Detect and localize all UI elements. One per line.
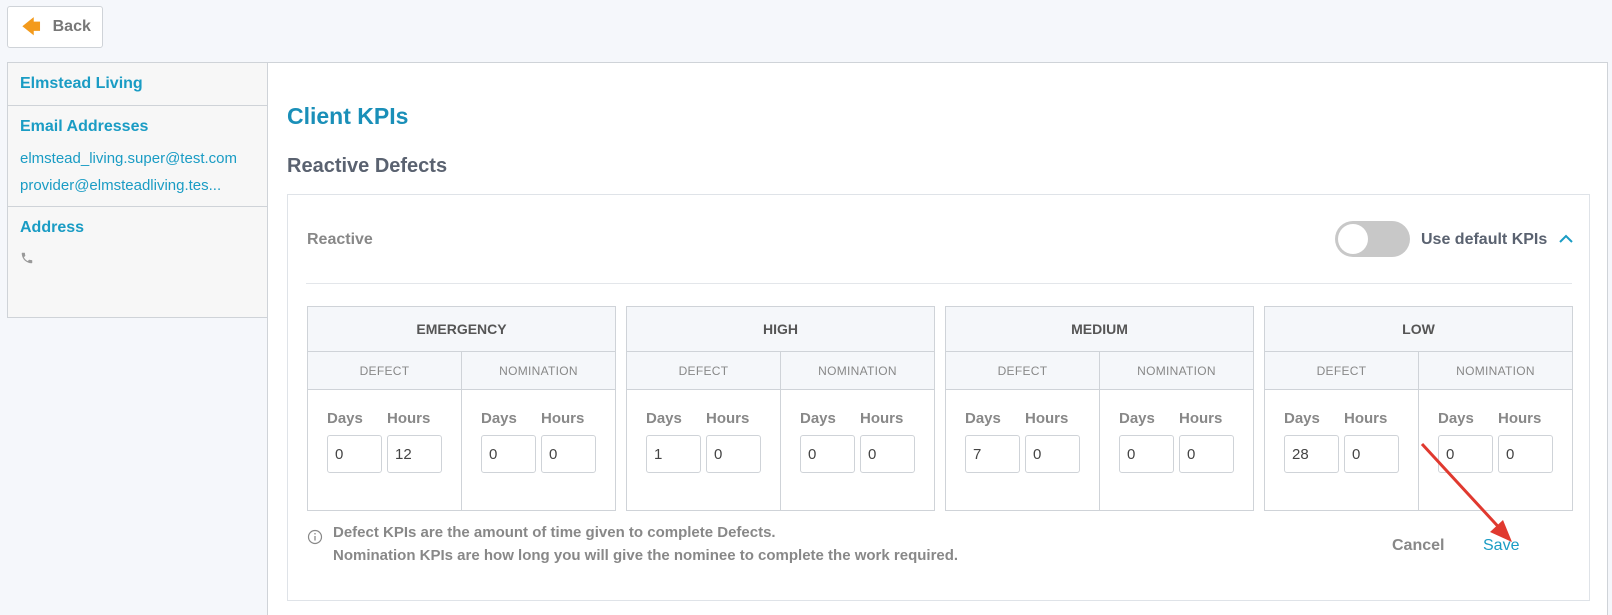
- nomination-hours-input[interactable]: [541, 435, 596, 473]
- email-section: Email Addresses elmstead_living.super@te…: [8, 106, 267, 207]
- hours-label: Hours: [1344, 410, 1388, 427]
- client-name-section: Elmstead Living: [8, 63, 267, 106]
- default-kpis-toggle[interactable]: [1335, 221, 1410, 257]
- client-name: Elmstead Living: [20, 75, 143, 92]
- defect-days-input[interactable]: [1284, 435, 1339, 473]
- hours-label: Hours: [706, 410, 750, 427]
- defect-cell: Days Hours: [1265, 390, 1419, 510]
- hours-label: Hours: [1498, 410, 1542, 427]
- kpi-group-emergency: EMERGENCY DEFECT NOMINATION DaysHours Da: [307, 306, 616, 511]
- group-subheader: DEFECT NOMINATION: [1265, 352, 1572, 390]
- nomination-header: NOMINATION: [1456, 363, 1535, 378]
- info-line: Nomination KPIs are how long you will gi…: [333, 547, 959, 564]
- arrow-left-icon: 🡄: [22, 17, 41, 37]
- nomination-cell: Days Hours: [1419, 390, 1572, 510]
- hours-label: Hours: [1025, 410, 1069, 427]
- defect-cell: Days Hours: [627, 390, 781, 510]
- group-body: Days Hours Days Hours: [946, 390, 1253, 510]
- nomination-header: NOMINATION: [499, 363, 578, 378]
- cancel-button[interactable]: Cancel: [1392, 537, 1444, 555]
- toggle-knob: [1338, 224, 1368, 254]
- days-label: Days: [1119, 410, 1155, 427]
- nomination-days-input[interactable]: [1119, 435, 1174, 473]
- nomination-days-input[interactable]: [481, 435, 536, 473]
- group-subheader: DEFECT NOMINATION: [627, 352, 934, 390]
- days-label: Days: [1284, 410, 1320, 427]
- nomination-days-input[interactable]: [1438, 435, 1493, 473]
- defect-cell: Days Hours: [946, 390, 1100, 510]
- email-link[interactable]: provider@elmsteadliving.tes...: [20, 177, 255, 194]
- group-title: EMERGENCY: [308, 307, 615, 352]
- kpi-info: Defect KPIs are the amount of time given…: [307, 521, 958, 567]
- group-body: Days Hours Days Hours: [627, 390, 934, 510]
- toggle-label: Use default KPIs: [1421, 231, 1548, 248]
- main-content: Client KPIs Reactive Defects Reactive Us…: [267, 62, 1608, 615]
- kpi-groups: EMERGENCY DEFECT NOMINATION DaysHours Da: [307, 306, 1573, 511]
- defect-hours-input[interactable]: [387, 435, 442, 473]
- panel-label: Reactive: [307, 231, 373, 248]
- group-title: LOW: [1265, 307, 1572, 352]
- days-label: Days: [1438, 410, 1474, 427]
- info-line: Defect KPIs are the amount of time given…: [333, 524, 776, 541]
- divider: [306, 283, 1572, 284]
- email-title: Email Addresses: [20, 118, 149, 135]
- section-title: Reactive Defects: [287, 155, 448, 177]
- nomination-hours-input[interactable]: [860, 435, 915, 473]
- defect-header: DEFECT: [308, 352, 462, 389]
- kpi-group-low: LOW DEFECT NOMINATION DaysHours DaysHour: [1264, 306, 1573, 511]
- defect-hours-input[interactable]: [706, 435, 761, 473]
- kpi-group-high: HIGH DEFECT NOMINATION DaysHours DaysHou: [626, 306, 935, 511]
- nomination-hours-input[interactable]: [1179, 435, 1234, 473]
- group-body: Days Hours Days Hours: [308, 390, 615, 510]
- back-label: Back: [52, 18, 91, 35]
- group-title: MEDIUM: [946, 307, 1253, 352]
- defect-hours-input[interactable]: [1025, 435, 1080, 473]
- group-subheader: DEFECT NOMINATION: [308, 352, 615, 390]
- defect-header: DEFECT: [1265, 352, 1419, 389]
- back-button[interactable]: 🡄 Back: [7, 6, 103, 48]
- defect-days-input[interactable]: [327, 435, 382, 473]
- hours-label: Hours: [387, 410, 431, 427]
- save-button[interactable]: Save: [1483, 537, 1519, 555]
- kpi-group-medium: MEDIUM DEFECT NOMINATION DaysHours DaysH: [945, 306, 1254, 511]
- days-label: Days: [327, 410, 363, 427]
- hours-label: Hours: [541, 410, 585, 427]
- group-body: Days Hours Days Hours: [1265, 390, 1572, 510]
- nomination-days-input[interactable]: [800, 435, 855, 473]
- info-icon: [307, 529, 323, 545]
- address-title: Address: [20, 219, 85, 236]
- nomination-cell: Days Hours: [1100, 390, 1253, 510]
- page-title: Client KPIs: [287, 103, 409, 129]
- days-label: Days: [800, 410, 836, 427]
- chevron-up-icon[interactable]: [1555, 228, 1577, 250]
- nomination-cell: Days Hours: [462, 390, 615, 510]
- phone-icon: [20, 251, 255, 269]
- address-section: Address: [8, 207, 267, 281]
- nomination-hours-input[interactable]: [1498, 435, 1553, 473]
- defect-hours-input[interactable]: [1344, 435, 1399, 473]
- hours-label: Hours: [860, 410, 904, 427]
- hours-label: Hours: [1179, 410, 1223, 427]
- nomination-header: NOMINATION: [1137, 363, 1216, 378]
- defect-header: DEFECT: [627, 352, 781, 389]
- defect-days-input[interactable]: [646, 435, 701, 473]
- days-label: Days: [481, 410, 517, 427]
- reactive-kpi-panel: Reactive Use default KPIs EMERGENCY DEFE…: [287, 194, 1590, 601]
- defect-header: DEFECT: [946, 352, 1100, 389]
- group-subheader: DEFECT NOMINATION: [946, 352, 1253, 390]
- email-link[interactable]: elmstead_living.super@test.com: [20, 150, 255, 167]
- group-title: HIGH: [627, 307, 934, 352]
- client-sidebar: Elmstead Living Email Addresses elmstead…: [7, 62, 267, 318]
- defect-days-input[interactable]: [965, 435, 1020, 473]
- days-label: Days: [646, 410, 682, 427]
- days-label: Days: [965, 410, 1001, 427]
- nomination-header: NOMINATION: [818, 363, 897, 378]
- defect-cell: Days Hours: [308, 390, 462, 510]
- nomination-cell: Days Hours: [781, 390, 934, 510]
